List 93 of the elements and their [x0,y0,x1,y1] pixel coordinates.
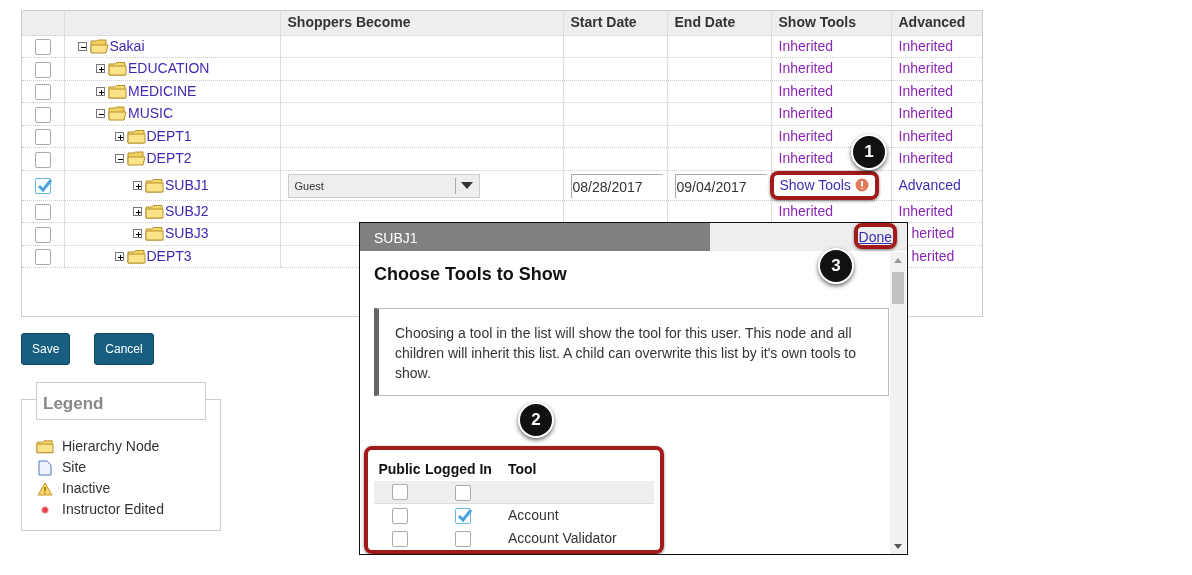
checkbox[interactable] [34,204,51,221]
cancel-button[interactable]: Cancel [94,333,154,365]
expander-icon[interactable] [114,131,124,141]
node-link[interactable]: Sakai [109,35,145,57]
expander-icon[interactable] [96,64,105,74]
date-field[interactable]: 09/04/2017 [674,173,767,198]
legend-label: Inactive [62,479,111,498]
checkbox[interactable] [34,177,51,194]
folder-icon [145,177,164,193]
show-tools-link[interactable]: Inherited [778,202,833,219]
column-header: Start Date [563,11,667,35]
save-button[interactable]: Save [21,333,71,365]
checkbox[interactable] [391,484,408,500]
checkbox[interactable] [34,84,51,101]
caret-icon [461,182,473,190]
tool-name: Account [508,506,559,525]
show-tools-link[interactable]: Inherited [778,60,833,77]
show-tools-link[interactable]: Inherited [778,150,833,167]
advanced-link[interactable]: Inherited [898,82,953,99]
checkbox[interactable] [34,39,51,56]
legend-label: Site [62,458,87,477]
expander-icon[interactable] [133,206,142,216]
scrollbar[interactable] [890,252,906,554]
node-link[interactable]: DEPT3 [146,245,192,267]
column-header: Advanced [891,11,982,35]
advanced-link[interactable]: Inherited [898,37,953,54]
expander-icon[interactable] [114,154,124,164]
folder-icon [108,106,127,122]
expander-icon[interactable] [133,229,142,239]
advanced-link[interactable]: Inherited [898,202,953,219]
date-field[interactable]: 08/28/2017 [570,173,663,198]
column-header: Tool [508,460,537,479]
folder-icon [126,248,146,264]
node-link[interactable]: SUBJ2 [165,200,209,222]
show-tools-link[interactable]: Inherited [778,82,833,99]
expander-icon[interactable] [96,86,105,96]
folder-icon [108,83,127,99]
expander-icon[interactable] [77,41,87,51]
checkbox[interactable] [391,507,408,524]
column-header: Logged In [425,460,493,479]
dialog-title: SUBJ1 [360,223,710,251]
folder-icon [89,38,109,54]
advanced-link[interactable]: herited [911,225,955,242]
legend-label: Instructor Edited [62,500,164,519]
node-link[interactable]: EDUCATION [128,58,210,80]
checkbox[interactable] [455,484,471,501]
warning-icon [36,481,54,496]
done-link[interactable]: Done [858,229,892,245]
show-tools-link[interactable]: Show Tools [779,176,851,193]
node-link[interactable]: SUBJ1 [165,174,209,196]
dialog-heading: Choose Tools to Show [374,263,567,286]
advanced-link[interactable]: Inherited [898,60,953,77]
legend-label: Hierarchy Node [62,437,160,456]
show-tools-link[interactable]: Inherited [778,37,833,54]
checkbox[interactable] [34,151,51,168]
checkbox[interactable] [34,129,51,146]
page-icon [36,459,54,476]
expander-icon[interactable] [96,109,105,119]
role-select[interactable]: Guest [287,174,480,198]
checkbox[interactable] [34,249,51,266]
folder-icon [126,151,146,167]
tool-name: Account Validator [508,529,617,548]
folder-icon [36,439,54,454]
column-header: Public [377,460,422,479]
folder-icon [145,226,164,242]
advanced-link[interactable]: Inherited [898,105,953,122]
advanced-link[interactable]: Advanced [898,176,961,193]
show-tools-link[interactable]: Inherited [778,127,833,144]
advanced-link[interactable]: Inherited [898,150,953,167]
column-header: End Date [667,11,771,35]
node-link[interactable]: DEPT1 [146,125,192,147]
checkbox[interactable] [34,226,51,243]
advanced-link[interactable]: Inherited [898,127,953,144]
callout-badge: 1 [851,134,887,170]
folder-icon [145,203,164,219]
node-link[interactable]: MEDICINE [128,80,197,102]
show-tools-link[interactable]: Inherited [778,105,833,122]
folder-icon [108,61,127,77]
checkbox[interactable] [34,106,51,123]
column-header: Show Tools [771,11,891,35]
node-link[interactable]: SUBJ3 [165,223,209,245]
folder-icon [126,128,146,144]
expander-icon[interactable] [114,251,124,261]
node-link[interactable]: MUSIC [128,103,174,125]
checkbox[interactable] [391,530,408,547]
column-header: Shoppers Become [280,11,563,35]
legend-title: Legend [36,382,206,420]
node-link[interactable]: DEPT2 [146,148,192,170]
checkbox[interactable] [455,531,471,548]
advanced-link[interactable]: herited [911,247,955,264]
checkbox[interactable] [455,508,471,525]
expander-icon[interactable] [133,180,142,190]
checkbox[interactable] [34,61,51,78]
